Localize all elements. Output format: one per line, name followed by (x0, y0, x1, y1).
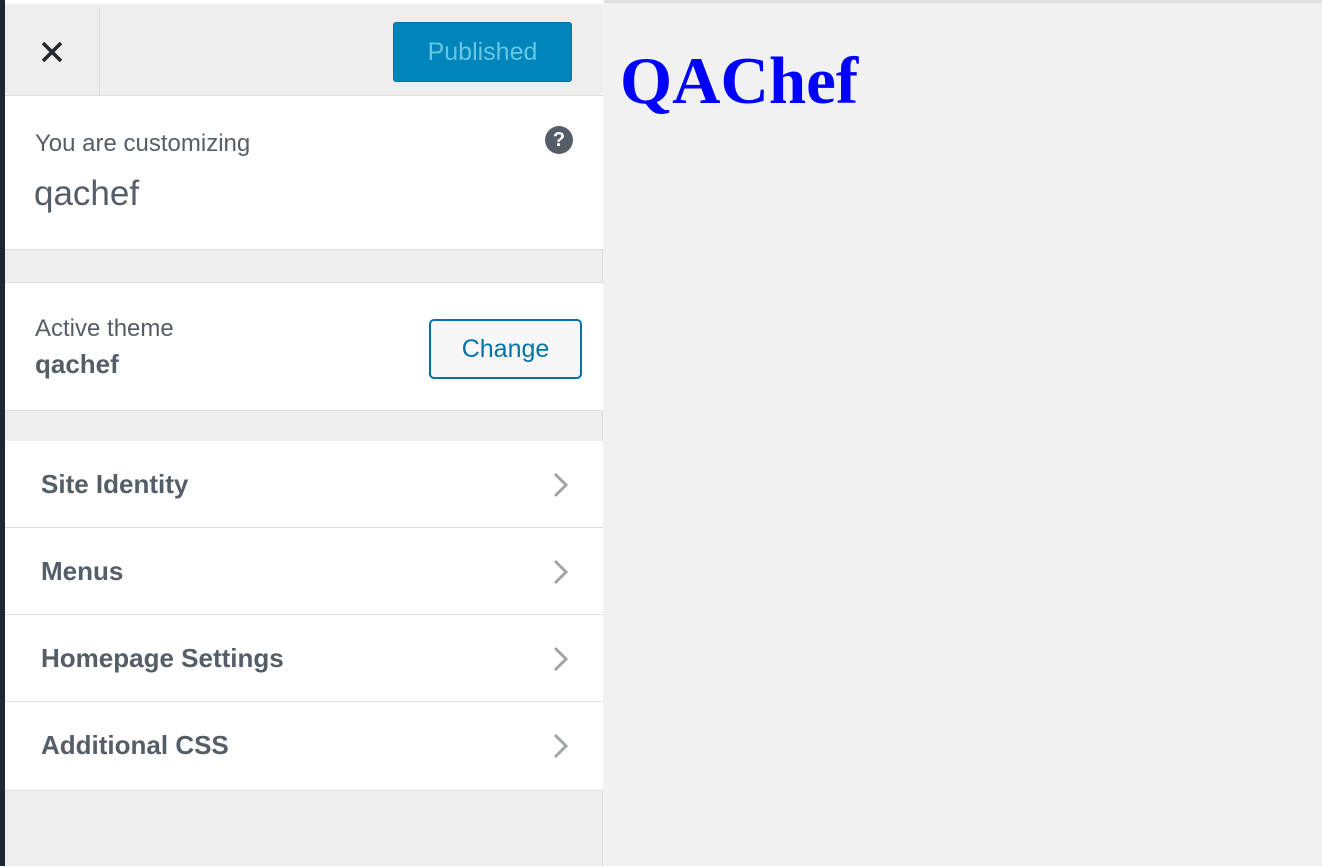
close-button[interactable] (5, 8, 100, 96)
help-icon[interactable]: ? (545, 126, 573, 154)
customizer-section-list: Site Identity Menus Homepage Settings Ad… (5, 441, 603, 791)
section-menus[interactable]: Menus (5, 528, 603, 615)
active-theme-label: Active theme (35, 315, 174, 342)
section-additional-css[interactable]: Additional CSS (5, 702, 603, 790)
customize-info-panel: You are customizing qachef ? (5, 96, 603, 250)
section-label: Site Identity (41, 469, 189, 499)
customizer-header: Published (5, 0, 603, 96)
customizing-label: You are customizing (35, 130, 251, 157)
customizer-sidebar: Published You are customizing qachef ? A… (5, 0, 603, 866)
chevron-right-icon (553, 733, 569, 759)
section-site-identity[interactable]: Site Identity (5, 441, 603, 528)
site-preview: QAChef (604, 0, 1322, 866)
chevron-right-icon (553, 472, 569, 498)
change-theme-button[interactable]: Change (429, 319, 582, 379)
site-title[interactable]: QAChef (620, 43, 858, 120)
close-icon (41, 41, 63, 63)
active-theme-panel: Active theme qachef Change (5, 282, 603, 411)
active-theme-name: qachef (35, 349, 119, 379)
published-button[interactable]: Published (393, 22, 572, 82)
customizing-site-name: qachef (34, 174, 140, 213)
section-label: Homepage Settings (41, 643, 284, 673)
chevron-right-icon (553, 646, 569, 672)
section-label: Menus (41, 556, 124, 586)
section-label: Additional CSS (41, 730, 229, 760)
section-homepage-settings[interactable]: Homepage Settings (5, 615, 603, 702)
chevron-right-icon (553, 559, 569, 585)
